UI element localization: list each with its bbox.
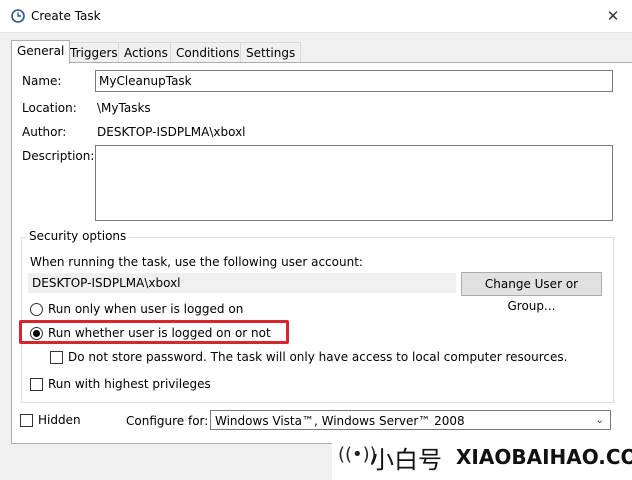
radio-whether-logged-on[interactable] — [30, 327, 43, 340]
location-label: Location: — [22, 101, 77, 115]
author-label: Author: — [22, 125, 67, 139]
no-store-password-checkbox[interactable] — [50, 351, 63, 364]
highest-privileges-label[interactable]: Run with highest privileges — [48, 377, 211, 391]
clock-icon — [11, 9, 25, 23]
window-title: Create Task — [31, 9, 101, 23]
configure-for-value: Windows Vista™, Windows Server™ 2008 — [215, 414, 465, 428]
description-label: Description: — [22, 149, 95, 163]
tab-conditions[interactable]: Conditions — [170, 42, 246, 63]
title-bar[interactable]: Create Task ✕ — [0, 0, 632, 33]
watermark-logo: ((•)) 小白号 XIAOBAIHAO.COM — [332, 430, 632, 480]
security-options-legend: Security options — [26, 229, 130, 243]
description-field[interactable] — [95, 145, 613, 221]
watermark-cn: 小白号 — [370, 446, 442, 474]
radio-whether-label[interactable]: Run whether user is logged on or not — [48, 326, 271, 340]
tab-actions[interactable]: Actions — [118, 42, 174, 63]
location-value: \MyTasks — [97, 101, 151, 115]
hidden-checkbox[interactable] — [20, 414, 33, 427]
change-user-button[interactable]: Change User or Group... — [461, 272, 602, 313]
hidden-label[interactable]: Hidden — [38, 413, 81, 427]
tab-settings[interactable]: Settings — [240, 42, 302, 63]
watermark-en: XIAOBAIHAO.COM — [456, 445, 632, 469]
radio-logged-on-label[interactable]: Run only when user is logged on — [48, 302, 243, 316]
account-prompt: When running the task, use the following… — [30, 255, 363, 269]
name-label: Name: — [22, 74, 62, 88]
name-input[interactable] — [96, 71, 612, 91]
configure-for-label: Configure for: — [126, 414, 209, 428]
close-icon[interactable]: ✕ — [602, 5, 624, 27]
name-field[interactable] — [95, 70, 613, 92]
user-account-value: DESKTOP-ISDPLMA\xboxl — [28, 273, 456, 293]
radio-logged-on[interactable] — [30, 303, 43, 316]
tab-triggers[interactable]: Triggers — [64, 42, 124, 63]
create-task-dialog: Create Task ✕ General Triggers Actions C… — [0, 0, 632, 480]
tab-general[interactable]: General — [11, 40, 71, 64]
no-store-password-label[interactable]: Do not store password. The task will onl… — [68, 350, 567, 364]
configure-for-dropdown[interactable]: Windows Vista™, Windows Server™ 2008 ⌄ — [210, 410, 611, 430]
chevron-down-icon: ⌄ — [595, 415, 604, 426]
author-value: DESKTOP-ISDPLMA\xboxl — [97, 125, 246, 139]
highest-privileges-checkbox[interactable] — [30, 378, 43, 391]
